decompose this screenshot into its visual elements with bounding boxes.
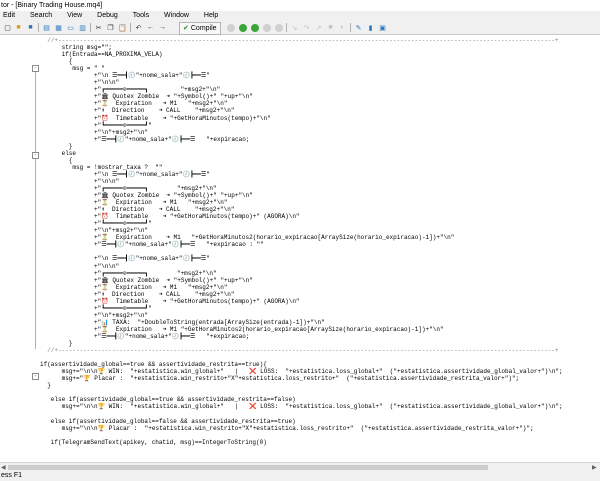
breakpoint-icon[interactable]: ■ bbox=[326, 23, 335, 32]
toolbox-icon[interactable]: ▦ bbox=[54, 23, 63, 32]
copy-icon[interactable]: ❐ bbox=[106, 23, 115, 32]
code-line[interactable]: +"🏛 Quotex Zombie ➜ "+Symbol()+" "+up+"\… bbox=[40, 277, 563, 284]
code-line[interactable]: +"☰━━┫🕗"+nome_sala+"🕗┣━━☰ "+expiracao; bbox=[40, 333, 563, 340]
code-line[interactable]: +"⏰ Timetable ➜ "+GetHoraMinutos(tempo)+… bbox=[40, 115, 563, 122]
menu-bar: Edit Search View Debug Tools Window Help bbox=[0, 11, 600, 21]
fold-toggle[interactable]: - bbox=[32, 373, 39, 380]
compile-label: Compile bbox=[190, 25, 217, 32]
code-line[interactable]: +"⏳ Expiration ➜ M1 "+msg2+"\n" bbox=[40, 100, 563, 107]
code-line[interactable] bbox=[40, 354, 563, 361]
code-line[interactable] bbox=[40, 410, 563, 417]
code-line[interactable] bbox=[40, 389, 563, 396]
code-line[interactable]: +"\n ☰━━┫🕗"+nome_sala+"🕗┣━━☰" bbox=[40, 171, 563, 178]
code-line[interactable]: +"\n"+msg2+"\n" bbox=[40, 312, 563, 319]
pause-icon[interactable] bbox=[262, 23, 271, 32]
menu-debug[interactable]: Debug bbox=[97, 11, 118, 21]
profile-icon[interactable]: ◐ bbox=[338, 23, 347, 32]
toolbar: ▢ ■ ■ ▤ ▦ ▭ ▥ ✂ ❐ 📋 ↶ ← → ✔ Compile ↘ ↷ … bbox=[0, 21, 600, 35]
step-out-icon[interactable]: ↗ bbox=[314, 23, 323, 32]
compile-icon: ✔ bbox=[183, 25, 189, 32]
code-line[interactable]: +"┏━━━━━⊙━━━━━┓ "+msg2+"\n" bbox=[40, 270, 563, 277]
style-icon[interactable]: ✎ bbox=[354, 23, 363, 32]
code-line[interactable]: +"\n ☰━━┫🕗"+nome_sala+"🕗┣━━☰" bbox=[40, 255, 563, 262]
step-into-icon[interactable]: ↘ bbox=[290, 23, 299, 32]
window-icon[interactable]: ▭ bbox=[66, 23, 75, 32]
menu-window[interactable]: Window bbox=[164, 11, 189, 21]
code-line[interactable]: msg+="\n\n🏆 WIN: "+estatistica.win_globa… bbox=[40, 403, 563, 410]
code-line[interactable]: +"⏰ Timetable ➜ "+GetHoraMinutos(tempo)+… bbox=[40, 298, 563, 305]
code-line[interactable]: +"☰━━┫🕗"+nome_sala+"🕗┣━━☰ "+expiracao; bbox=[40, 136, 563, 143]
menu-view[interactable]: View bbox=[67, 11, 82, 21]
code-line[interactable]: +"⬆ Direction ➜ CALL "+msg2+"\n" bbox=[40, 291, 563, 298]
start-history-icon[interactable] bbox=[250, 23, 259, 32]
code-line[interactable]: string msg=""; bbox=[40, 44, 563, 51]
navigator-icon[interactable]: ▤ bbox=[42, 23, 51, 32]
code-line[interactable]: else bbox=[40, 150, 563, 157]
scroll-right-icon[interactable]: ▶ bbox=[592, 464, 597, 471]
code-line[interactable]: +"\n\n" bbox=[40, 79, 563, 86]
status-text: ess F1 bbox=[1, 472, 23, 479]
compile-button[interactable]: ✔ Compile bbox=[179, 22, 221, 35]
forward-icon[interactable]: → bbox=[158, 23, 167, 32]
step-over-icon[interactable]: ↷ bbox=[302, 23, 311, 32]
code-editor[interactable]: - - - //+-------------------------------… bbox=[0, 35, 600, 462]
terminal-icon[interactable]: ▣ bbox=[378, 23, 387, 32]
code-line[interactable]: +"⏳ Expiration ➜ M1 "+msg2+"\n" bbox=[40, 199, 563, 206]
code-line[interactable]: +"┗━━━━━⊙━━━━━┛" bbox=[40, 122, 563, 129]
status-bar: ess F1 bbox=[0, 471, 600, 481]
menu-tools[interactable]: Tools bbox=[133, 11, 149, 21]
code-line[interactable]: } bbox=[40, 340, 563, 347]
code-line[interactable]: +"\n ☰━━┫🕗"+nome_sala+"🕗┣━━☰" bbox=[40, 72, 563, 79]
code-line[interactable]: if(Entrada==NA_PROXIMA_VELA) bbox=[40, 51, 563, 58]
back-icon[interactable]: ← bbox=[146, 23, 155, 32]
code-line[interactable]: //+-------------------------------------… bbox=[40, 347, 563, 354]
code-line[interactable]: +"\n"+msg2+"\n" bbox=[40, 129, 563, 136]
stop-debug-icon[interactable] bbox=[274, 23, 283, 32]
code-line[interactable]: +"\n\n" bbox=[40, 178, 563, 185]
menu-search[interactable]: Search bbox=[30, 11, 52, 21]
code-line[interactable]: } bbox=[40, 143, 563, 150]
code-line[interactable]: +"\n\n" bbox=[40, 263, 563, 270]
start-icon[interactable] bbox=[238, 23, 247, 32]
code-line[interactable]: msg = !mostrar_taxa ? "" bbox=[40, 164, 563, 171]
code-line[interactable]: +"┗━━━━━⊙━━━━━┛" bbox=[40, 305, 563, 312]
code-line[interactable]: +"⏳ Expiration ➜ M1 "+GetHoraMinutos2(ho… bbox=[40, 326, 563, 333]
code-line[interactable]: else if(assertividade_global==false && a… bbox=[40, 418, 563, 425]
scroll-thumb[interactable] bbox=[8, 465, 488, 470]
code-line[interactable]: } bbox=[40, 382, 563, 389]
code-line[interactable]: +"⬆ Direction ➜ CALL "+msg2+"\n" bbox=[40, 107, 563, 114]
code-line[interactable]: //+-------------------------------------… bbox=[40, 37, 563, 44]
code-line[interactable]: if(TelegramSendText(apikey, chatid, msg)… bbox=[40, 439, 563, 446]
code-line[interactable] bbox=[40, 432, 563, 439]
market-icon[interactable]: ▮ bbox=[366, 23, 375, 32]
new-file-icon[interactable]: ▢ bbox=[3, 23, 12, 32]
code-line[interactable]: +"📊 TAXA: "+DoubleToString(entrada[Array… bbox=[40, 319, 563, 326]
window-title-bar: tor - [Binary Trading House.mq4] bbox=[0, 0, 600, 11]
code-text[interactable]: //+-------------------------------------… bbox=[40, 37, 563, 446]
code-line[interactable]: +"┗━━━━━⊙━━━━━┛" bbox=[40, 220, 563, 227]
code-line[interactable]: msg+="🏆 Placar : "+estatistica.win_restr… bbox=[40, 375, 563, 382]
scroll-left-icon[interactable]: ◀ bbox=[1, 464, 6, 471]
menu-edit[interactable]: Edit bbox=[3, 11, 15, 21]
undo-icon[interactable]: ↶ bbox=[134, 23, 143, 32]
editor-gutter: - - - bbox=[0, 35, 39, 462]
code-line[interactable]: msg+="\n\n🏆 Placar : "+estatistica.win_r… bbox=[40, 425, 563, 432]
code-line[interactable]: +"┏━━━━━⊙━━━━━┓ "+msg2+"\n" bbox=[40, 185, 563, 192]
stop-icon[interactable] bbox=[226, 23, 235, 32]
save-icon[interactable]: ■ bbox=[26, 23, 35, 32]
fold-toggle[interactable]: - bbox=[32, 65, 39, 72]
code-line[interactable]: { bbox=[40, 157, 563, 164]
cut-icon[interactable]: ✂ bbox=[94, 23, 103, 32]
open-folder-icon[interactable]: ■ bbox=[14, 23, 23, 32]
paste-icon[interactable]: 📋 bbox=[118, 23, 127, 32]
fold-toggle[interactable]: - bbox=[32, 152, 39, 159]
code-line[interactable]: { bbox=[40, 58, 563, 65]
menu-help[interactable]: Help bbox=[204, 11, 218, 21]
code-line[interactable]: +"☰━━┫🕗"+nome_sala+"🕗┣━━☰ "+expiracao : … bbox=[40, 241, 563, 248]
layout-icon[interactable]: ▥ bbox=[78, 23, 87, 32]
code-line[interactable]: +"⏳ Expiration ➜ M1 "+msg2+"\n" bbox=[40, 284, 563, 291]
window-title: tor - [Binary Trading House.mq4] bbox=[1, 2, 103, 9]
